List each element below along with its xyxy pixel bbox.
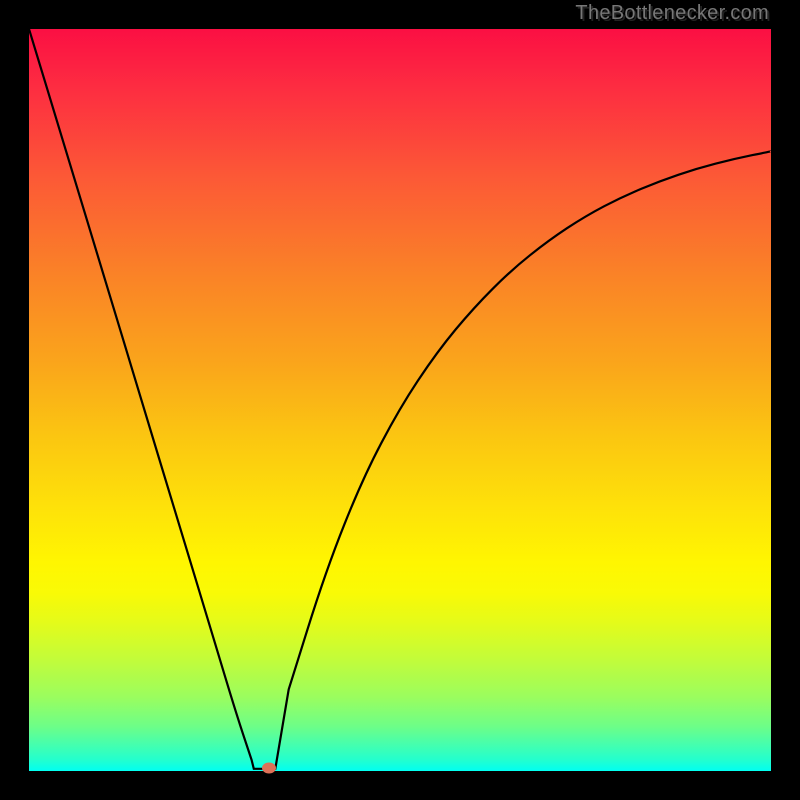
chart-curve bbox=[29, 29, 771, 771]
chart-plot-area bbox=[29, 29, 771, 771]
attribution-text: TheBottlenecker.com bbox=[575, 2, 769, 25]
bottleneck-curve-line bbox=[29, 29, 771, 769]
optimal-point-marker bbox=[262, 763, 276, 774]
